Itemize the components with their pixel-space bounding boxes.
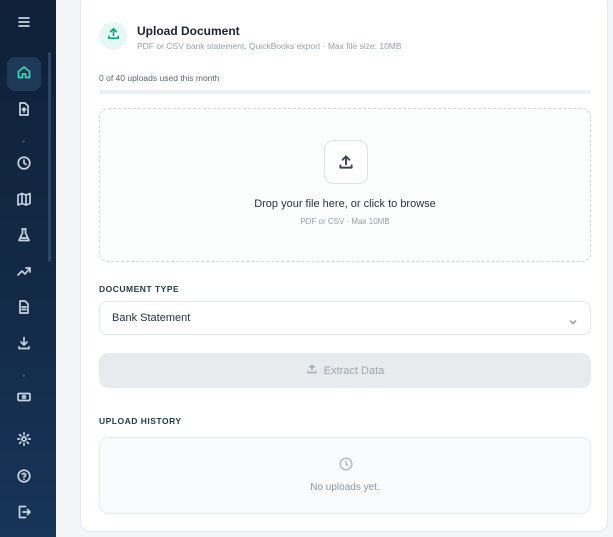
- help-icon: [16, 468, 32, 489]
- document-icon: [16, 299, 32, 320]
- dropzone-upload-icon: [324, 140, 368, 184]
- clock-icon: [16, 155, 32, 176]
- upload-history-label: UPLOAD HISTORY: [99, 416, 182, 426]
- sidebar-item-lab[interactable]: [7, 220, 41, 254]
- settings-icon: [16, 431, 32, 452]
- sidebar: [0, 0, 56, 537]
- money-icon: [16, 389, 32, 410]
- sidebar-item-history[interactable]: [7, 148, 41, 182]
- upload-icon: [106, 26, 121, 46]
- sidebar-item-help[interactable]: [7, 461, 41, 495]
- document-type-label: DOCUMENT TYPE: [99, 284, 180, 294]
- file-upload-icon: [16, 101, 32, 122]
- card-title: Upload Document: [137, 24, 240, 38]
- sidebar-item-map[interactable]: [7, 184, 41, 218]
- document-type-value: Bank Statement: [112, 312, 191, 324]
- sidebar-item-download[interactable]: [7, 328, 41, 362]
- menu-icon: [16, 14, 32, 35]
- extract-data-label: Extract Data: [323, 364, 385, 377]
- sidebar-divider: [22, 140, 25, 143]
- clock-icon: [338, 456, 354, 472]
- flask-icon: [16, 227, 32, 248]
- sidebar-scrollbar[interactable]: [48, 52, 51, 262]
- extract-data-button[interactable]: Extract Data: [99, 353, 591, 388]
- file-dropzone[interactable]: Drop your file here, or click to browse …: [99, 108, 591, 262]
- menu-toggle-button[interactable]: [7, 7, 41, 41]
- history-empty-text: No uploads yet.: [310, 482, 380, 493]
- sidebar-item-billing[interactable]: [7, 382, 41, 416]
- dropzone-sub-text: PDF or CSV · Max 10MB: [300, 217, 390, 226]
- upload-card: Upload Document PDF or CSV bank statemen…: [80, 0, 608, 532]
- download-icon: [16, 335, 32, 356]
- document-type-select[interactable]: Bank Statement: [99, 301, 591, 335]
- chevron-down-icon: [568, 314, 578, 325]
- home-icon: [16, 64, 32, 85]
- sidebar-item-reports[interactable]: [7, 292, 41, 326]
- trending-up-icon: [16, 263, 32, 284]
- sidebar-item-upload[interactable]: [7, 94, 41, 128]
- usage-progress-bar: [99, 90, 591, 94]
- sidebar-item-trends[interactable]: [7, 256, 41, 290]
- upload-header-icon: [99, 22, 127, 50]
- logout-icon: [16, 504, 32, 525]
- upload-history-panel: No uploads yet.: [99, 437, 591, 514]
- sidebar-item-home[interactable]: [7, 57, 41, 91]
- sidebar-divider: [22, 374, 25, 377]
- sidebar-item-logout[interactable]: [7, 497, 41, 531]
- dropzone-main-text: Drop your file here, or click to browse: [254, 198, 436, 210]
- map-icon: [16, 191, 32, 212]
- card-subtitle: PDF or CSV bank statement, QuickBooks ex…: [137, 41, 402, 51]
- upload-icon: [306, 363, 318, 378]
- sidebar-item-settings[interactable]: [7, 424, 41, 458]
- usage-text: 0 of 40 uploads used this month: [99, 73, 220, 83]
